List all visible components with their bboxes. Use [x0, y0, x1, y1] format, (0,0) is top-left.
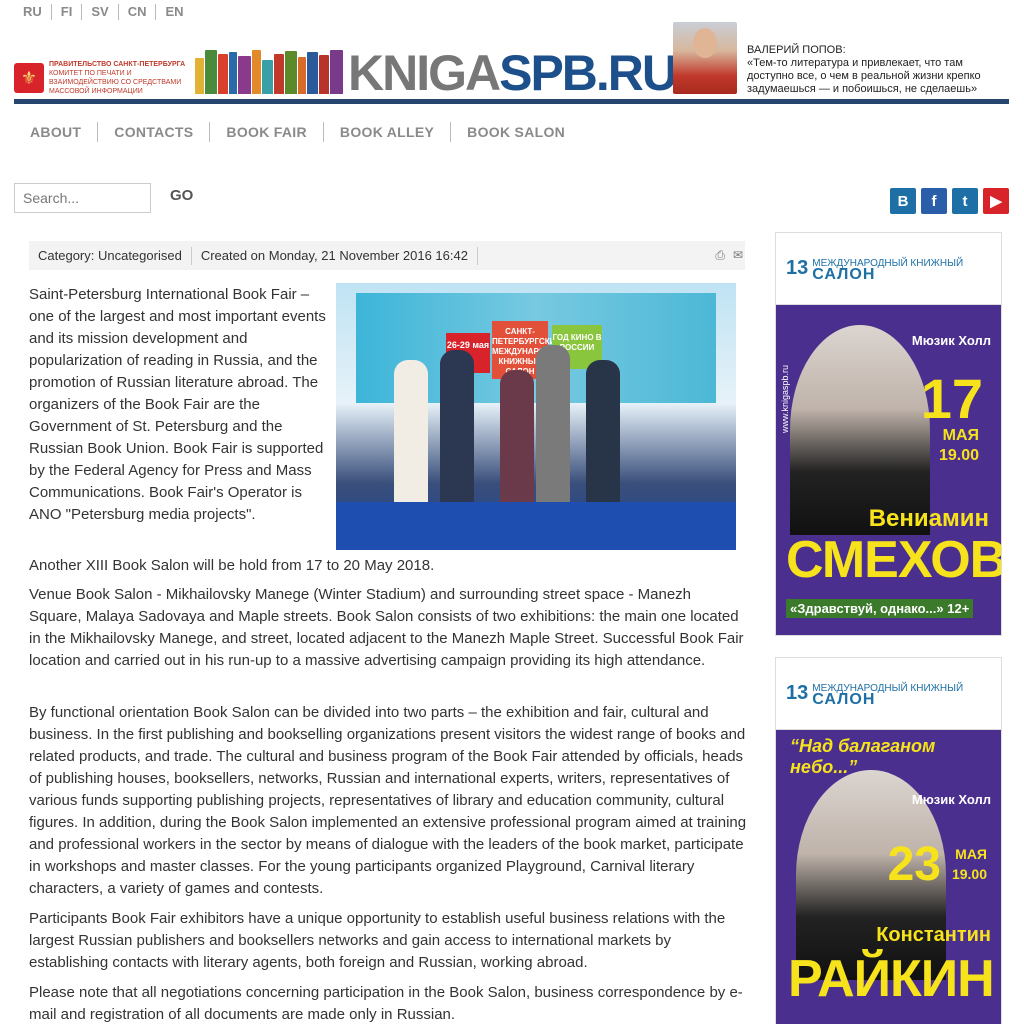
article-paragraph: By functional orientation Book Salon can… [29, 704, 747, 897]
nav-book-alley[interactable]: BOOK ALLEY [324, 122, 452, 142]
government-text: Правительство Санкт-Петербурга Комитет п… [49, 60, 199, 96]
ad-subtitle: «Здравствуй, однако...» 12+ [786, 599, 974, 618]
lang-cn[interactable]: CN [119, 4, 157, 20]
vk-icon[interactable]: В [890, 188, 916, 214]
email-icon[interactable]: ✉ [733, 248, 743, 263]
article-paragraph: Please note that all negotiations concer… [29, 984, 743, 1023]
language-switcher: RU FI SV CN EN [14, 4, 193, 20]
author-portrait [673, 22, 737, 94]
article-category: Category: Uncategorised [29, 246, 192, 265]
printer-icon[interactable]: ⎙ [715, 248, 725, 263]
nav-book-fair[interactable]: BOOK FAIR [210, 122, 324, 142]
facebook-icon[interactable]: f [921, 188, 947, 214]
ad-first-name: Константин [876, 924, 991, 946]
ad-first-name: Вениамин [868, 505, 989, 532]
ad-salon-number: 13 [786, 257, 809, 279]
article-paragraph: Participants Book Fair exhibitors have a… [29, 910, 726, 971]
logo-kniga: KNIGA [348, 45, 501, 101]
quote-text: «Тем-то литература и привлекает, что там… [747, 57, 981, 95]
photo-person [440, 350, 474, 510]
ad-venue: Мюзик Холл [911, 792, 991, 807]
books-illustration [195, 50, 345, 94]
lang-sv[interactable]: SV [82, 4, 119, 20]
article-meta: Category: Uncategorised Created on Monda… [29, 241, 745, 270]
ad-header: 13 МЕЖДУНАРОДНЫЙ КНИЖНЫЙ САЛОН [776, 233, 1001, 305]
main-nav: ABOUT CONTACTS BOOK FAIR BOOK ALLEY BOOK… [14, 122, 581, 142]
ad-month: МАЯ [955, 846, 987, 862]
photo-person [500, 370, 534, 510]
ad-day: 17 [920, 367, 983, 430]
ad-portrait [790, 325, 930, 535]
ad-day: 23 [887, 838, 941, 891]
nav-contacts[interactable]: CONTACTS [98, 122, 211, 142]
ad-salon-word: САЛОН [812, 265, 876, 283]
ad-last-name: СМЕХОВ [786, 531, 1002, 589]
photo-person [536, 345, 570, 510]
featured-quote: ВАЛЕРИЙ ПОПОВ: «Тем-то литература и прив… [673, 22, 1007, 96]
coat-of-arms-icon: ⚜ [14, 63, 44, 93]
logo-spb: SPB.RU [499, 45, 678, 101]
lang-fi[interactable]: FI [52, 4, 83, 20]
social-links: В f t ▶ [890, 188, 1009, 214]
photo-person [586, 360, 620, 510]
ad-site: www.knigaspb.ru [780, 365, 790, 434]
ad-header: 13 МЕЖДУНАРОДНЫЙ КНИЖНЫЙ САЛОН [776, 658, 1001, 730]
lang-en[interactable]: EN [156, 4, 192, 20]
article-intro: Saint-Petersburg International Book Fair… [29, 286, 326, 523]
quote-author: ВАЛЕРИЙ ПОПОВ: [747, 44, 846, 56]
ad-salon-word: САЛОН [812, 690, 876, 708]
event-ad-smekhov[interactable]: 13 МЕЖДУНАРОДНЫЙ КНИЖНЫЙ САЛОН www.kniga… [775, 232, 1002, 636]
nav-about[interactable]: ABOUT [14, 122, 99, 142]
government-name: Правительство Санкт-Петербурга [49, 61, 186, 68]
ad-salon-title: МЕЖДУНАРОДНЫЙ КНИЖНЫЙ САЛОН [812, 683, 963, 708]
committee-name: Комитет по печати и взаимодействию со ср… [49, 70, 182, 95]
quote-block: ВАЛЕРИЙ ПОПОВ: «Тем-то литература и прив… [747, 44, 1007, 96]
photo-stage [336, 502, 736, 550]
search-go-button[interactable]: GO [170, 187, 193, 204]
photo-person [394, 360, 428, 510]
ad-salon-number: 13 [786, 682, 809, 704]
ad-body: “Над балаганом небо...” Мюзик Холл 23 МА… [776, 730, 1001, 1024]
ad-venue: Мюзик Холл [911, 333, 991, 348]
event-photo: 26-29 мая САНКТ-ПЕТЕРБУРГСКИЙ МЕЖДУНАРОД… [336, 283, 736, 550]
ad-title: “Над балаганом небо...” [790, 736, 936, 777]
header-divider [14, 99, 1009, 104]
article-paragraph: Venue Book Salon - Mikhailovsky Manege (… [29, 586, 744, 669]
ad-last-name: РАЙКИН [788, 950, 995, 1008]
nav-book-salon[interactable]: BOOK SALON [451, 122, 581, 142]
lang-ru[interactable]: RU [14, 4, 52, 20]
article-paragraph: Another XIII Book Salon will be hold fro… [29, 557, 435, 574]
article-tools: ⎙ ✉ [707, 248, 745, 263]
ad-salon-title: МЕЖДУНАРОДНЫЙ КНИЖНЫЙ САЛОН [812, 258, 963, 283]
ad-time: 19.00 [938, 447, 979, 464]
twitter-icon[interactable]: t [952, 188, 978, 214]
youtube-icon[interactable]: ▶ [983, 188, 1009, 214]
ad-month: МАЯ [942, 427, 979, 444]
article-created: Created on Monday, 21 November 2016 16:4… [192, 246, 478, 265]
ad-time: 19.00 [951, 866, 987, 882]
site-logo[interactable]: KNIGASPB.RU [348, 44, 678, 102]
ad-body: www.knigaspb.ru Мюзик Холл 17 МАЯ 19.00 … [776, 305, 1001, 635]
government-logo[interactable]: ⚜ Правительство Санкт-Петербурга Комитет… [14, 60, 199, 96]
search-input[interactable] [14, 183, 151, 213]
event-ad-raikin[interactable]: 13 МЕЖДУНАРОДНЫЙ КНИЖНЫЙ САЛОН “Над бала… [775, 657, 1002, 1024]
